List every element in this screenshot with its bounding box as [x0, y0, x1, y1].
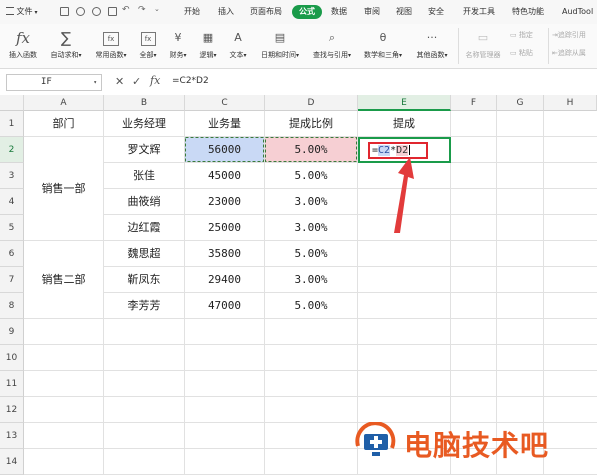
row-header-13[interactable]: 13 — [0, 423, 24, 449]
sigma-icon: ∑ — [60, 29, 72, 47]
row-header-10[interactable]: 10 — [0, 345, 24, 371]
specify-button[interactable]: ▭ 指定 — [510, 30, 533, 40]
name-manager-icon: ▭ — [477, 31, 489, 44]
calendar-icon: ▤ — [274, 31, 286, 44]
paste-button[interactable]: ▭ 粘贴 — [510, 48, 533, 58]
chevron-down-icon: ▾ — [32, 9, 38, 16]
row-header-9[interactable]: 9 — [0, 319, 24, 345]
text-functions-button[interactable]: A 文本▾ — [226, 26, 250, 60]
datetime-functions-button[interactable]: ▤ 日期和时间▾ — [256, 26, 304, 60]
name-manager-button[interactable]: ▭ 名称管理器 — [462, 26, 504, 60]
other-functions-button[interactable]: ··· 其他函数▾ — [412, 26, 452, 60]
watermark-logo-icon — [355, 422, 396, 456]
col-header-g[interactable]: G — [497, 95, 544, 111]
watermark: 电脑技术吧 — [352, 418, 592, 466]
fx-icon: fx — [15, 29, 30, 47]
select-all-corner[interactable] — [0, 95, 24, 111]
logic-functions-button[interactable]: ▦ 逻辑▾ — [196, 26, 220, 60]
tab-page-layout[interactable]: 页面布局 — [250, 0, 282, 24]
more-icon: ··· — [426, 31, 438, 44]
col-header-h[interactable]: H — [544, 95, 597, 111]
tab-home[interactable]: 开始 — [184, 0, 200, 24]
cancel-icon[interactable]: ✕ — [115, 75, 124, 88]
col-header-a[interactable]: A — [24, 95, 104, 111]
ribbon-divider — [548, 28, 549, 64]
row-header-12[interactable]: 12 — [0, 397, 24, 423]
ribbon-divider — [458, 28, 459, 64]
row-header-5[interactable]: 5 — [0, 215, 24, 241]
save-icon[interactable] — [60, 7, 69, 16]
tab-view[interactable]: 视图 — [396, 0, 412, 24]
all-functions-icon: fx — [136, 26, 160, 50]
text-cursor — [409, 145, 411, 155]
print-preview-icon[interactable] — [76, 7, 85, 16]
tab-developer[interactable]: 开发工具 — [463, 0, 495, 24]
tab-data[interactable]: 数据 — [331, 0, 347, 24]
row-header-7[interactable]: 7 — [0, 267, 24, 293]
row-header-8[interactable]: 8 — [0, 293, 24, 319]
finance-functions-button[interactable]: ¥ 财务▾ — [166, 26, 190, 60]
all-functions-button[interactable]: fx 全部▾ — [136, 26, 160, 60]
col-header-b[interactable]: B — [104, 95, 185, 111]
tab-audtool[interactable]: AudTool — [562, 0, 593, 24]
print-icon[interactable] — [92, 7, 101, 16]
row-header-1[interactable]: 1 — [0, 111, 24, 137]
confirm-icon[interactable]: ✓ — [132, 75, 141, 88]
logic-icon: ▦ — [202, 31, 214, 44]
row-header-14[interactable]: 14 — [0, 449, 24, 475]
file-menu[interactable]: 文件 ▾ — [6, 0, 37, 24]
row-header-2[interactable]: 2 — [0, 137, 24, 163]
auto-sum-button[interactable]: ∑ 自动求和▾ — [46, 26, 86, 60]
trace-precedents-button[interactable]: ⇥追踪引用 — [552, 30, 586, 40]
redo-icon[interactable]: ↷ — [138, 5, 147, 15]
col-header-c[interactable]: C — [185, 95, 265, 111]
undo-icon[interactable]: ↶ — [122, 5, 131, 15]
tab-special[interactable]: 特色功能 — [512, 0, 544, 24]
col-header-f[interactable]: F — [451, 95, 497, 111]
finance-icon: ¥ — [174, 31, 182, 44]
ribbon-formula: fx 插入函数 ∑ 自动求和▾ fx 常用函数▾ fx 全部▾ ¥ 财务▾ ▦ … — [0, 24, 597, 69]
chevron-down-icon: ▾ — [93, 79, 97, 86]
fx-icon[interactable]: fx — [150, 74, 160, 87]
tab-formula[interactable]: 公式 — [292, 5, 322, 19]
col-header-e[interactable]: E — [358, 95, 451, 111]
insert-function-button[interactable]: fx 插入函数 — [6, 26, 40, 60]
row-header-3[interactable]: 3 — [0, 163, 24, 189]
col-header-d[interactable]: D — [265, 95, 358, 111]
lookup-icon: ⌕ — [328, 31, 336, 44]
name-box[interactable]: IF ▾ — [6, 74, 102, 91]
annotation-arrow — [394, 157, 414, 233]
formula-input[interactable]: =C2*D2 — [172, 76, 209, 86]
tab-security[interactable]: 安全 — [428, 0, 444, 24]
formula-bar: IF ▾ ✕ ✓ fx =C2*D2 — [0, 71, 597, 96]
row-header-4[interactable]: 4 — [0, 189, 24, 215]
export-icon[interactable] — [108, 7, 117, 16]
trace-dependents-button[interactable]: ⇤追踪从属 — [552, 48, 586, 58]
hamburger-icon — [6, 6, 14, 15]
menu-bar: 文件 ▾ ↶ ↷ ⌄ 开始 插入 页面布局 公式 数据 审阅 视图 安全 开发工… — [0, 0, 597, 25]
chevron-down-icon[interactable]: ⌄ — [154, 5, 163, 14]
common-functions-icon: fx — [92, 26, 130, 50]
math-functions-button[interactable]: θ 数学和三角▾ — [360, 26, 406, 60]
tab-review[interactable]: 审阅 — [364, 0, 380, 24]
row-header-11[interactable]: 11 — [0, 371, 24, 397]
lookup-functions-button[interactable]: ⌕ 查找与引用▾ — [308, 26, 356, 60]
common-functions-button[interactable]: fx 常用函数▾ — [92, 26, 130, 60]
row-header-6[interactable]: 6 — [0, 241, 24, 267]
text-icon: A — [234, 31, 242, 44]
math-icon: θ — [379, 31, 387, 44]
tab-insert[interactable]: 插入 — [218, 0, 234, 24]
